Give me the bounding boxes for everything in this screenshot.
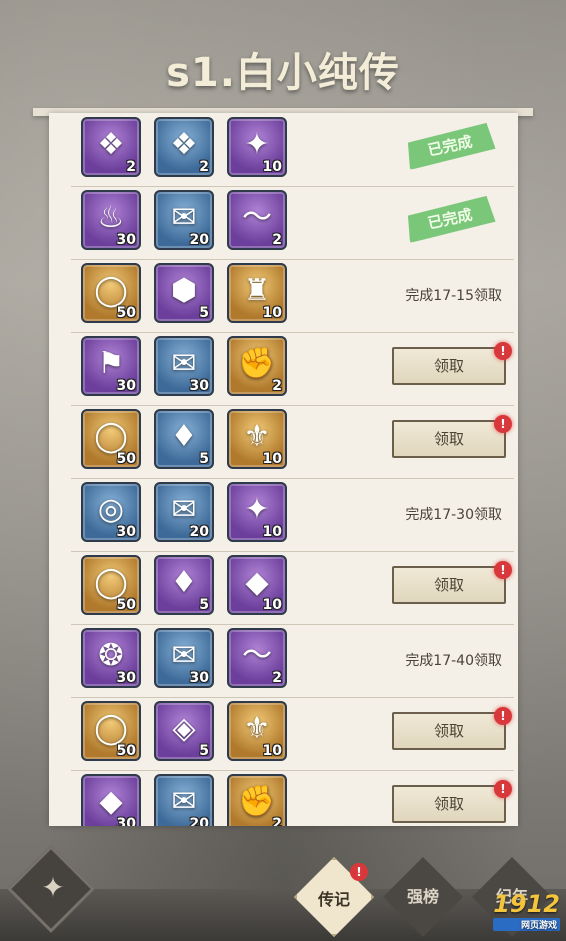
reward-item[interactable]: ✉ 20 xyxy=(154,190,214,250)
reward-row: ◯ 50 ♦ 5 ◆ 10 领取! xyxy=(71,551,514,625)
reward-item[interactable]: ❖ 2 xyxy=(154,117,214,177)
item-quantity: 20 xyxy=(189,232,209,248)
item-quantity: 2 xyxy=(272,232,282,248)
reward-item[interactable]: ✉ 20 xyxy=(154,482,214,542)
item-quantity: 50 xyxy=(116,451,136,467)
item-quantity: 30 xyxy=(116,378,136,394)
reward-item[interactable]: ✊ 2 xyxy=(227,336,287,396)
completed-stamp: 已完成 xyxy=(404,122,496,170)
reward-item[interactable]: ✊ 2 xyxy=(227,774,287,826)
item-quantity: 30 xyxy=(116,232,136,248)
reward-item[interactable]: ✦ 10 xyxy=(227,482,287,542)
alert-badge-icon: ! xyxy=(494,415,512,433)
reward-item[interactable]: ♜ 10 xyxy=(227,263,287,323)
requirement-text: 完成17-15领取 xyxy=(405,288,502,304)
reward-item[interactable]: ✦ 10 xyxy=(227,117,287,177)
requirement-text: 完成17-40领取 xyxy=(405,653,502,669)
item-quantity: 2 xyxy=(199,159,209,175)
page-title: s1.白小纯传 xyxy=(166,50,400,96)
claim-button[interactable]: 领取 xyxy=(392,420,506,458)
item-quantity: 10 xyxy=(262,743,282,759)
reward-row: ◯ 50 ◈ 5 ⚜ 10 领取! xyxy=(71,697,514,771)
item-quantity: 10 xyxy=(262,305,282,321)
reward-item[interactable]: ♦ 5 xyxy=(154,409,214,469)
item-quantity: 2 xyxy=(272,816,282,826)
watermark-logo: 1912 网页游戏 xyxy=(493,890,560,931)
reward-item[interactable]: ✉ 30 xyxy=(154,628,214,688)
reward-item[interactable]: ◯ 50 xyxy=(81,701,141,761)
alert-badge-icon: ! xyxy=(494,342,512,360)
diamond-emblem-icon: ✦ xyxy=(41,871,65,904)
reward-item[interactable]: ⚜ 10 xyxy=(227,409,287,469)
item-quantity: 5 xyxy=(199,451,209,467)
rewards-list[interactable]: ❖ 2 ❖ 2 ✦ 10 已完成 ♨ 30 ✉ 20 〜 2 已完成 ◯ 50 ⬢ 5 ♜ 10 完成17-15领取 ⚑ 3… xyxy=(49,113,518,826)
reward-row: ◯ 50 ⬢ 5 ♜ 10 完成17-15领取 xyxy=(71,259,514,333)
item-quantity: 50 xyxy=(116,305,136,321)
reward-item[interactable]: ◎ 30 xyxy=(81,482,141,542)
alert-badge-icon: ! xyxy=(494,561,512,579)
reward-item[interactable]: ⬢ 5 xyxy=(154,263,214,323)
tab-alert-icon: ! xyxy=(350,863,368,881)
reward-row: ❖ 2 ❖ 2 ✦ 10 已完成 xyxy=(71,113,514,187)
reward-item[interactable]: ◆ 10 xyxy=(227,555,287,615)
reward-item[interactable]: ◯ 50 xyxy=(81,409,141,469)
reward-row: ◯ 50 ♦ 5 ⚜ 10 领取! xyxy=(71,405,514,479)
item-quantity: 10 xyxy=(262,159,282,175)
item-quantity: 30 xyxy=(116,670,136,686)
reward-item[interactable]: ◯ 50 xyxy=(81,263,141,323)
reward-item[interactable]: ❂ 30 xyxy=(81,628,141,688)
alert-badge-icon: ! xyxy=(494,707,512,725)
reward-item[interactable]: ◆ 30 xyxy=(81,774,141,826)
item-quantity: 50 xyxy=(116,743,136,759)
reward-item[interactable]: ⚜ 10 xyxy=(227,701,287,761)
claim-button[interactable]: 领取 xyxy=(392,347,506,385)
item-quantity: 30 xyxy=(116,816,136,826)
reward-item[interactable]: ⚑ 30 xyxy=(81,336,141,396)
item-quantity: 2 xyxy=(272,378,282,394)
reward-item[interactable]: ♨ 30 xyxy=(81,190,141,250)
item-quantity: 10 xyxy=(262,597,282,613)
reward-row: ❂ 30 ✉ 30 〜 2 完成17-40领取 xyxy=(71,624,514,698)
item-quantity: 30 xyxy=(189,670,209,686)
item-quantity: 5 xyxy=(199,743,209,759)
completed-stamp: 已完成 xyxy=(404,195,496,243)
claim-button[interactable]: 领取 xyxy=(392,785,506,823)
item-quantity: 50 xyxy=(116,597,136,613)
reward-item[interactable]: 〜 2 xyxy=(227,190,287,250)
reward-row: ⚑ 30 ✉ 30 ✊ 2 领取! xyxy=(71,332,514,406)
item-quantity: 10 xyxy=(262,451,282,467)
reward-item[interactable]: ♦ 5 xyxy=(154,555,214,615)
requirement-text: 完成17-30领取 xyxy=(405,507,502,523)
item-quantity: 2 xyxy=(272,670,282,686)
reward-row: ◆ 30 ✉ 20 ✊ 2 领取! xyxy=(71,770,514,826)
reward-row: ♨ 30 ✉ 20 〜 2 已完成 xyxy=(71,186,514,260)
item-quantity: 2 xyxy=(126,159,136,175)
item-quantity: 5 xyxy=(199,597,209,613)
claim-button[interactable]: 领取 xyxy=(392,566,506,604)
item-quantity: 30 xyxy=(189,378,209,394)
alert-badge-icon: ! xyxy=(494,780,512,798)
reward-item[interactable]: ◈ 5 xyxy=(154,701,214,761)
item-quantity: 10 xyxy=(262,524,282,540)
reward-item[interactable]: ✉ 20 xyxy=(154,774,214,826)
reward-item[interactable]: ❖ 2 xyxy=(81,117,141,177)
item-quantity: 30 xyxy=(116,524,136,540)
claim-button[interactable]: 领取 xyxy=(392,712,506,750)
reward-item[interactable]: ✉ 30 xyxy=(154,336,214,396)
reward-item[interactable]: 〜 2 xyxy=(227,628,287,688)
item-quantity: 20 xyxy=(189,524,209,540)
item-quantity: 5 xyxy=(199,305,209,321)
reward-row: ◎ 30 ✉ 20 ✦ 10 完成17-30领取 xyxy=(71,478,514,552)
item-quantity: 20 xyxy=(189,816,209,826)
reward-item[interactable]: ◯ 50 xyxy=(81,555,141,615)
